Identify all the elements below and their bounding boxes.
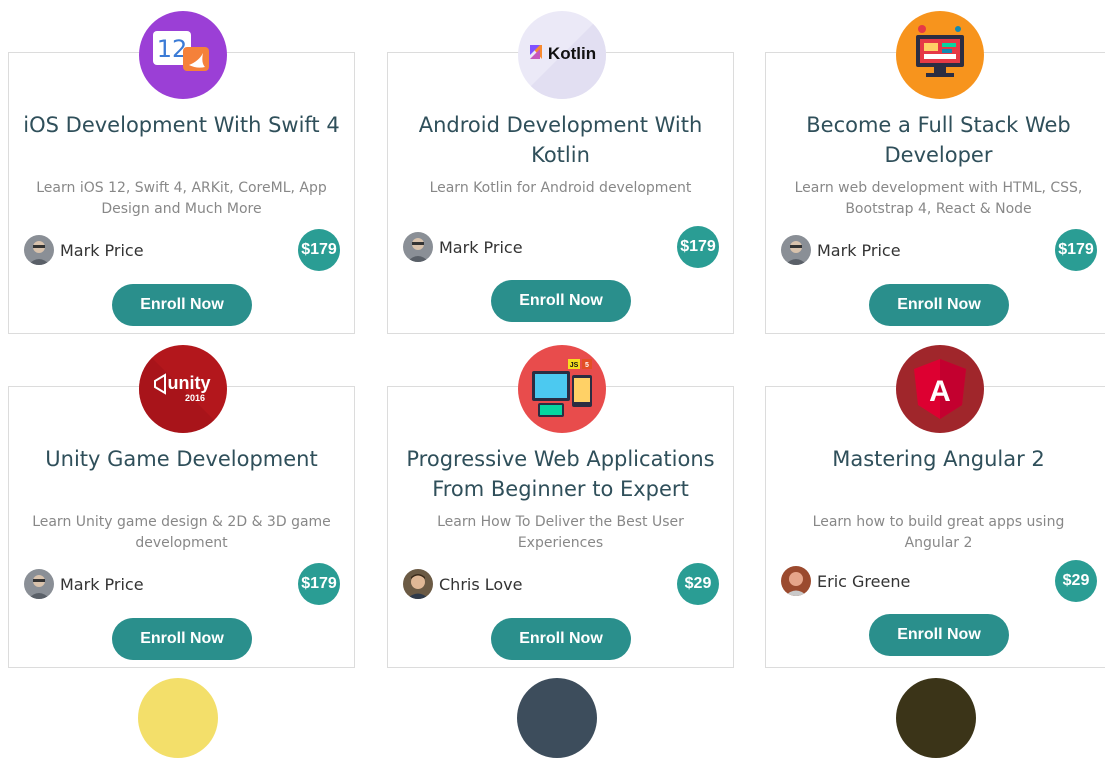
- author-name: Mark Price: [817, 240, 901, 260]
- author[interactable]: Chris Love: [403, 569, 523, 599]
- author-name: Chris Love: [439, 574, 523, 594]
- avatar: [781, 235, 811, 265]
- svg-text:2016: 2016: [185, 393, 205, 403]
- price-badge: $29: [1055, 560, 1097, 602]
- next-course-icon: [138, 678, 218, 758]
- author[interactable]: Mark Price: [24, 569, 144, 599]
- enroll-now-button[interactable]: Enroll Now: [869, 284, 1009, 326]
- avatar: [403, 232, 433, 262]
- course-description: Learn Unity game design & 2D & 3D game d…: [32, 514, 331, 551]
- course-title: Mastering Angular 2: [832, 447, 1045, 471]
- course-title: Progressive Web Applications From Beginn…: [406, 447, 715, 501]
- course-card-angular[interactable]: A Mastering Angular 2 Learn how to build…: [765, 345, 1105, 668]
- kotlin-icon: Kotlin: [518, 11, 606, 99]
- enroll-now-button[interactable]: Enroll Now: [869, 614, 1009, 656]
- price-badge: $179: [1055, 229, 1097, 271]
- enroll-now-button[interactable]: Enroll Now: [112, 618, 252, 660]
- svg-text:JS: JS: [570, 362, 579, 369]
- avatar: [24, 235, 54, 265]
- course-title: Unity Game Development: [45, 447, 318, 471]
- course-description: Learn Kotlin for Android development: [429, 180, 692, 196]
- svg-text:5: 5: [585, 362, 589, 369]
- next-course-icon: [896, 678, 976, 758]
- svg-text:12: 12: [157, 35, 188, 63]
- price-badge: $29: [677, 563, 719, 605]
- avatar: [24, 569, 54, 599]
- author[interactable]: Mark Price: [24, 235, 144, 265]
- course-description: Learn How To Deliver the Best User Exper…: [437, 514, 684, 551]
- next-course-icon: [517, 678, 597, 758]
- author[interactable]: Mark Price: [403, 232, 523, 262]
- author-name: Mark Price: [60, 240, 144, 260]
- enroll-now-button[interactable]: Enroll Now: [112, 284, 252, 326]
- svg-text:unity: unity: [168, 373, 211, 393]
- author-name: Eric Greene: [817, 571, 911, 591]
- author[interactable]: Eric Greene: [781, 566, 910, 596]
- avatar: [781, 566, 811, 596]
- course-card-ios[interactable]: 12 iOS Development With Swift 4 Learn iO…: [8, 11, 355, 334]
- author[interactable]: Mark Price: [781, 235, 901, 265]
- svg-text:A: A: [929, 375, 951, 408]
- course-card-unity[interactable]: unity 2016 Unity Game Development Learn …: [8, 345, 355, 668]
- price-badge: $179: [298, 563, 340, 605]
- course-description: Learn iOS 12, Swift 4, ARKit, CoreML, Ap…: [36, 180, 327, 217]
- price-badge: $179: [298, 229, 340, 271]
- svg-text:Kotlin: Kotlin: [548, 44, 596, 63]
- enroll-now-button[interactable]: Enroll Now: [491, 280, 631, 322]
- course-title: iOS Development With Swift 4: [23, 113, 340, 137]
- avatar: [403, 569, 433, 599]
- course-title: Android Development With Kotlin: [418, 113, 703, 167]
- web-developer-icon: [896, 11, 984, 99]
- course-description: Learn how to build great apps using Angu…: [812, 514, 1065, 551]
- angular-icon: A: [896, 345, 984, 433]
- author-name: Mark Price: [60, 574, 144, 594]
- course-description: Learn web development with HTML, CSS, Bo…: [794, 180, 1083, 217]
- course-card-kotlin[interactable]: Kotlin Android Development With Kotlin L…: [387, 11, 734, 334]
- course-title: Become a Full Stack Web Developer: [806, 113, 1071, 167]
- course-card-fullstack[interactable]: Become a Full Stack Web Developer Learn …: [765, 11, 1105, 334]
- course-card-pwa[interactable]: JS 5 Progressive Web Applications From B…: [387, 345, 734, 668]
- ios-swift-icon: 12: [139, 11, 227, 99]
- pwa-icon: JS 5: [518, 345, 606, 433]
- price-badge: $179: [677, 226, 719, 268]
- author-name: Mark Price: [439, 237, 523, 257]
- enroll-now-button[interactable]: Enroll Now: [491, 618, 631, 660]
- unity-icon: unity 2016: [139, 345, 227, 433]
